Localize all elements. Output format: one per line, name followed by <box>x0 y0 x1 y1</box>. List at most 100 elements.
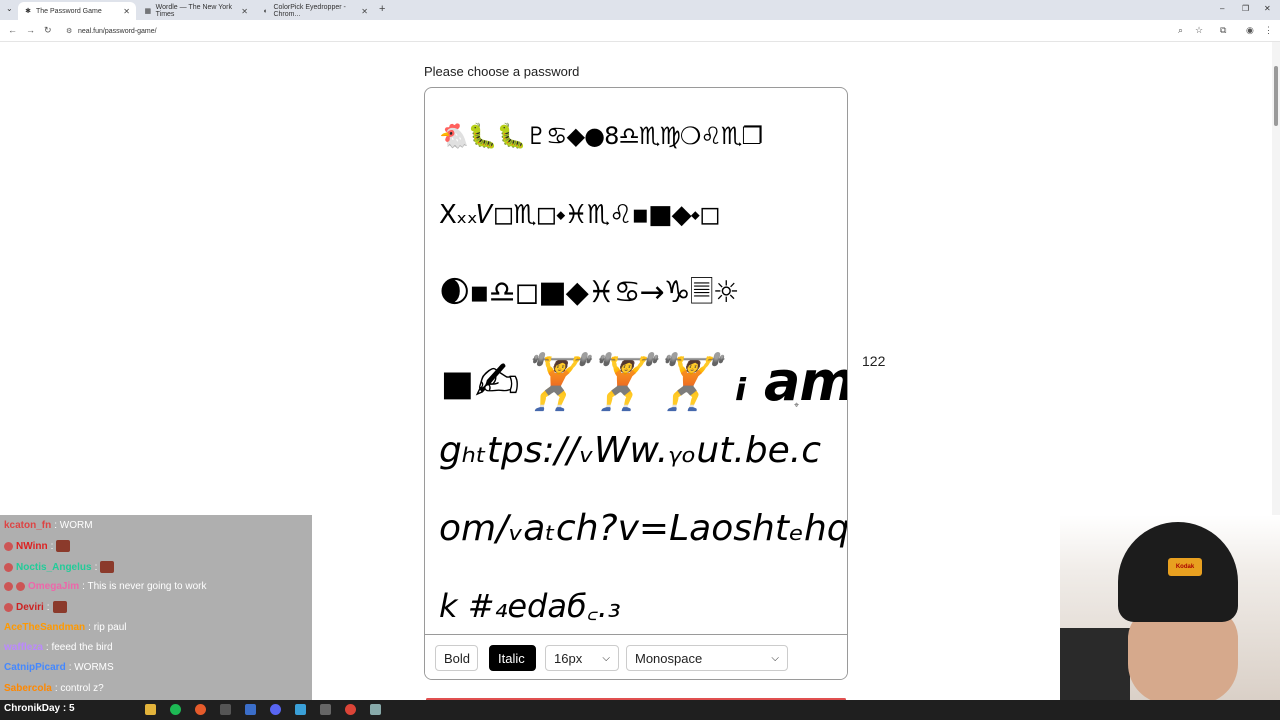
font-size-select[interactable]: 16px ⌵ <box>545 645 619 671</box>
forward-icon[interactable]: → <box>26 25 35 35</box>
mouse-cursor-icon: ⌖ <box>794 400 800 410</box>
sub-badge-icon <box>4 541 13 551</box>
new-tab-icon[interactable]: + <box>379 3 385 15</box>
chat-text: : WORMS <box>68 662 114 673</box>
tab-title: The Password Game <box>36 7 102 15</box>
firefox-icon[interactable] <box>195 704 206 715</box>
app-icon[interactable] <box>220 704 231 715</box>
password-input-box[interactable]: 🐔🐛🐛♇♋◆●8♎♏♍❍♌♏❐ Xₓₓ𝑉◻♏◻⬩♓♏♌▪■◆⬩◻ 🌒▪♎◻■◆♓… <box>424 87 848 680</box>
chat-user: CatnipPicard <box>4 662 66 673</box>
chat-message: OmegaJim : This is never going to work <box>4 581 206 592</box>
bold-button[interactable]: Bold <box>435 645 478 671</box>
password-line-7: k #₄edaб꜀.₃ <box>439 587 621 625</box>
chat-text: : This is never going to work <box>82 581 207 592</box>
chat-message: Sabercola : control z? <box>4 683 104 694</box>
close-tab-icon[interactable]: ✕ <box>123 7 130 16</box>
url-text: neal.fun/password-game/ <box>78 27 157 35</box>
minimize-icon[interactable]: – <box>1220 4 1224 13</box>
browser-tab-bar: ⌄ ✱ The Password Game ✕ ▦ Wordle — The N… <box>0 0 1280 20</box>
chat-text: : <box>46 601 50 613</box>
password-line-4: ▪✍🏋🏋🏋 ᵢ am eₙou <box>439 350 848 413</box>
chat-text: : WORM <box>54 520 93 531</box>
scrollbar-thumb[interactable] <box>1274 66 1278 126</box>
reload-icon[interactable]: ↻ <box>44 25 52 36</box>
chat-user: Noctis_Angelus <box>16 561 92 573</box>
emote-icon <box>100 561 115 573</box>
spotify-icon[interactable] <box>170 704 181 715</box>
stream-chat-overlay: kcaton_fn : WORM NWinn : Noctis_Angelus … <box>0 515 312 700</box>
bookmark-star-icon[interactable]: ☆ <box>1195 25 1203 36</box>
viewer-count: ChronikDay : 5 <box>4 703 75 714</box>
notes-icon[interactable] <box>295 704 306 715</box>
chat-user: waffleza <box>4 642 43 653</box>
close-tab-icon[interactable]: ✕ <box>361 7 368 16</box>
font-family-select[interactable]: Monospace ⌵ <box>626 645 788 671</box>
chat-text: : rip paul <box>88 622 127 633</box>
chat-message: waffleza : feeed the bird <box>4 642 113 653</box>
chat-text: : <box>94 561 98 573</box>
chat-message: NWinn : <box>4 540 71 552</box>
chat-message: CatnipPicard : WORMS <box>4 662 114 673</box>
format-toolbar: Bold Italic 16px ⌵ Monospace ⌵ <box>425 634 847 679</box>
font-family-value: Monospace <box>635 650 703 666</box>
close-window-icon[interactable]: ✕ <box>1264 4 1271 13</box>
tab-colorpick[interactable]: ◐ ColorPick Eyedropper - Chrom... ✕ <box>256 2 374 20</box>
sub-badge-icon <box>4 602 13 612</box>
close-tab-icon[interactable]: ✕ <box>241 7 248 16</box>
password-text[interactable]: 🐔🐛🐛♇♋◆●8♎♏♍❍♌♏❐ Xₓₓ𝑉◻♏◻⬩♓♏♌▪■◆⬩◻ 🌒▪♎◻■◆♓… <box>439 100 847 630</box>
tab-title: Wordle — The New York Times <box>155 4 233 18</box>
profile-icon[interactable]: ◉ <box>1246 25 1254 36</box>
back-icon[interactable]: ← <box>8 25 17 35</box>
chat-message: kcaton_fn : WORM <box>4 520 93 531</box>
tab-list-icon[interactable]: ⌄ <box>6 4 13 13</box>
chat-user: kcaton_fn <box>4 520 52 531</box>
nyt-favicon-icon: ▦ <box>144 8 152 15</box>
taskbar: ChronikDay : 5 <box>0 700 1280 720</box>
password-line-6: om/ᵥaₜcℎ?v=Laoshtₑhqh <box>439 508 848 549</box>
password-line-1: 🐔🐛🐛♇♋◆●8♎♏♍❍♌♏❐ <box>439 122 763 150</box>
password-line-3: 🌒▪♎◻■◆♓♋→♑🗏☼ <box>439 275 740 310</box>
chrome-icon[interactable] <box>345 704 356 715</box>
password-line-2: Xₓₓ𝑉◻♏◻⬩♓♏♌▪■◆⬩◻ <box>439 200 721 230</box>
url-field[interactable]: ⚙ neal.fun/password-game/ <box>62 23 1212 39</box>
chevron-down-icon: ⌵ <box>602 652 610 664</box>
sub-badge-icon <box>4 582 13 591</box>
emote-icon <box>52 601 67 613</box>
chat-user: Deviri <box>16 601 44 613</box>
tab-wordle[interactable]: ▦ Wordle — The New York Times ✕ <box>138 2 254 20</box>
italic-button[interactable]: Italic <box>489 645 536 671</box>
star-favicon-icon: ✱ <box>25 8 31 15</box>
steam-icon[interactable] <box>245 704 256 715</box>
chat-user: NWinn <box>16 540 48 552</box>
menu-icon[interactable]: ⋮ <box>1264 25 1273 36</box>
site-info-icon[interactable]: ⚙ <box>66 27 72 35</box>
emote-icon <box>56 540 71 552</box>
zoom-icon[interactable]: ⌕ <box>1178 25 1183 36</box>
webcam-face <box>1128 608 1238 704</box>
chat-user: Sabercola <box>4 683 52 694</box>
chat-text: : control z? <box>54 683 104 694</box>
maximize-icon[interactable]: ❐ <box>1242 4 1249 13</box>
chat-message: Noctis_Angelus : <box>4 561 115 573</box>
chat-user: AceTheSandman <box>4 622 86 633</box>
webcam-chair <box>1060 628 1130 704</box>
discord-icon[interactable] <box>270 704 281 715</box>
chat-text: : feeed the bird <box>45 642 113 653</box>
character-count: 122 <box>862 353 886 369</box>
calculator-icon[interactable] <box>370 704 381 715</box>
font-size-value: 16px <box>554 650 583 666</box>
hat-logo: Kodak <box>1168 558 1202 576</box>
tab-title: ColorPick Eyedropper - Chrom... <box>273 4 346 18</box>
tab-password-game[interactable]: ✱ The Password Game ✕ <box>18 2 136 20</box>
file-explorer-icon[interactable] <box>145 704 156 715</box>
address-bar: ← → ↻ ⚙ neal.fun/password-game/ ⌕ ☆ ⧉ ◉ … <box>0 20 1280 42</box>
settings-icon[interactable] <box>320 704 331 715</box>
password-line-5: gₕₜtps://ᵥWw.ᵧₒut.be.c <box>439 430 822 471</box>
chat-user: OmegaJim <box>28 581 80 592</box>
chat-message: AceTheSandman : rip paul <box>4 622 127 633</box>
chat-text: : <box>50 540 54 552</box>
extensions-icon[interactable]: ⧉ <box>1220 25 1226 36</box>
page-title: Please choose a password <box>424 64 580 79</box>
sub-badge-icon <box>16 582 25 591</box>
chat-message: Deviri : <box>4 601 67 613</box>
